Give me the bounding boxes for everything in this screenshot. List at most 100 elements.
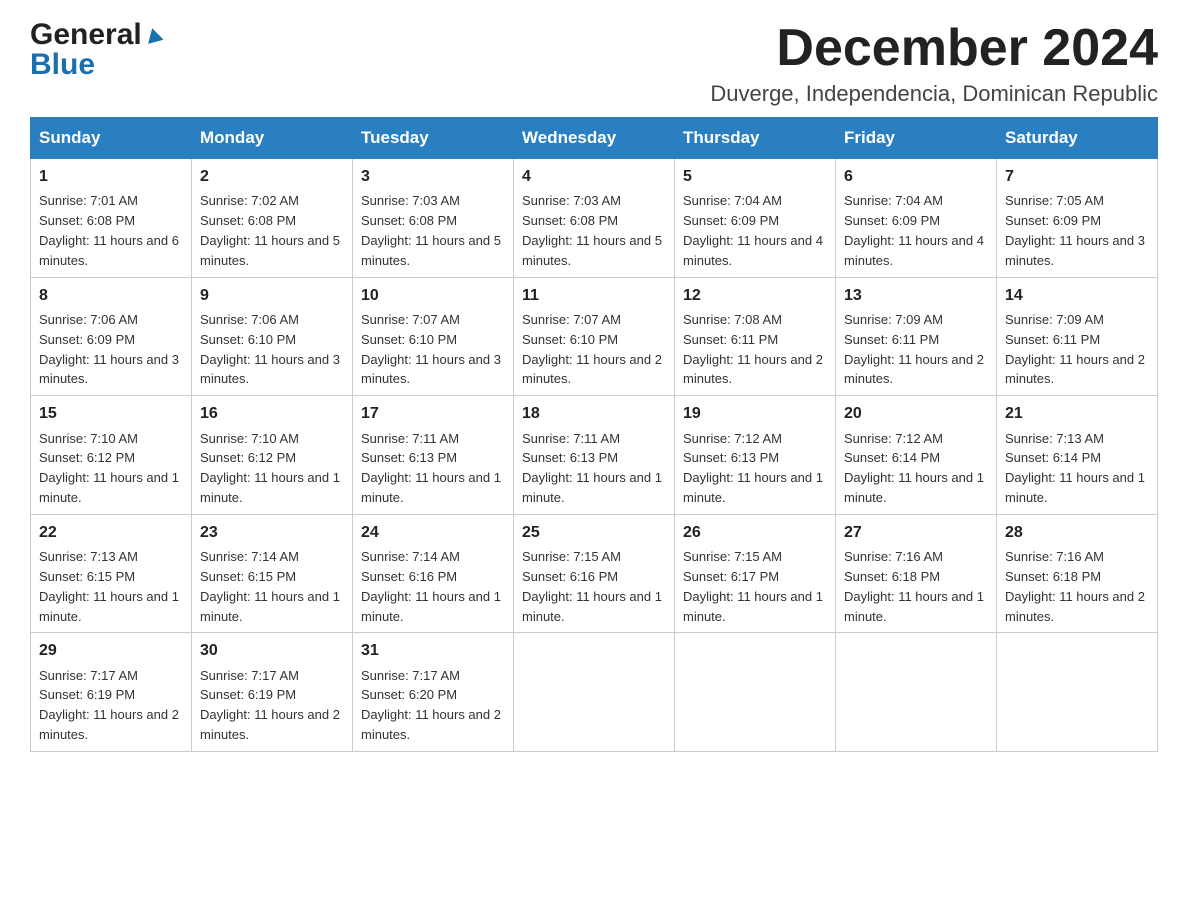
logo-triangle-icon bbox=[145, 26, 163, 48]
calendar-cell: 12 Sunrise: 7:08 AMSunset: 6:11 PMDaylig… bbox=[675, 277, 836, 396]
day-info: Sunrise: 7:07 AMSunset: 6:10 PMDaylight:… bbox=[522, 312, 662, 387]
day-info: Sunrise: 7:04 AMSunset: 6:09 PMDaylight:… bbox=[844, 193, 984, 268]
day-number: 7 bbox=[1005, 165, 1149, 188]
day-info: Sunrise: 7:16 AMSunset: 6:18 PMDaylight:… bbox=[844, 549, 984, 624]
calendar-cell: 21 Sunrise: 7:13 AMSunset: 6:14 PMDaylig… bbox=[997, 396, 1158, 515]
day-of-week-header: Tuesday bbox=[353, 118, 514, 159]
calendar-cell: 5 Sunrise: 7:04 AMSunset: 6:09 PMDayligh… bbox=[675, 159, 836, 278]
title-area: December 2024 Duverge, Independencia, Do… bbox=[710, 20, 1158, 107]
day-info: Sunrise: 7:06 AMSunset: 6:10 PMDaylight:… bbox=[200, 312, 340, 387]
calendar-cell: 29 Sunrise: 7:17 AMSunset: 6:19 PMDaylig… bbox=[31, 633, 192, 752]
calendar-cell: 24 Sunrise: 7:14 AMSunset: 6:16 PMDaylig… bbox=[353, 514, 514, 633]
day-number: 12 bbox=[683, 284, 827, 307]
day-info: Sunrise: 7:12 AMSunset: 6:13 PMDaylight:… bbox=[683, 431, 823, 506]
day-info: Sunrise: 7:02 AMSunset: 6:08 PMDaylight:… bbox=[200, 193, 340, 268]
day-of-week-header: Friday bbox=[836, 118, 997, 159]
calendar-cell bbox=[675, 633, 836, 752]
calendar-cell: 20 Sunrise: 7:12 AMSunset: 6:14 PMDaylig… bbox=[836, 396, 997, 515]
calendar-week-row: 1 Sunrise: 7:01 AMSunset: 6:08 PMDayligh… bbox=[31, 159, 1158, 278]
calendar-cell: 17 Sunrise: 7:11 AMSunset: 6:13 PMDaylig… bbox=[353, 396, 514, 515]
calendar-week-row: 22 Sunrise: 7:13 AMSunset: 6:15 PMDaylig… bbox=[31, 514, 1158, 633]
day-info: Sunrise: 7:17 AMSunset: 6:19 PMDaylight:… bbox=[39, 668, 179, 743]
day-number: 29 bbox=[39, 639, 183, 662]
day-info: Sunrise: 7:12 AMSunset: 6:14 PMDaylight:… bbox=[844, 431, 984, 506]
day-info: Sunrise: 7:13 AMSunset: 6:14 PMDaylight:… bbox=[1005, 431, 1145, 506]
day-number: 10 bbox=[361, 284, 505, 307]
day-number: 6 bbox=[844, 165, 988, 188]
day-info: Sunrise: 7:13 AMSunset: 6:15 PMDaylight:… bbox=[39, 549, 179, 624]
day-number: 4 bbox=[522, 165, 666, 188]
day-number: 14 bbox=[1005, 284, 1149, 307]
day-number: 22 bbox=[39, 521, 183, 544]
day-number: 5 bbox=[683, 165, 827, 188]
day-number: 15 bbox=[39, 402, 183, 425]
day-info: Sunrise: 7:08 AMSunset: 6:11 PMDaylight:… bbox=[683, 312, 823, 387]
calendar-cell: 8 Sunrise: 7:06 AMSunset: 6:09 PMDayligh… bbox=[31, 277, 192, 396]
day-number: 16 bbox=[200, 402, 344, 425]
day-number: 30 bbox=[200, 639, 344, 662]
day-number: 21 bbox=[1005, 402, 1149, 425]
calendar-cell: 23 Sunrise: 7:14 AMSunset: 6:15 PMDaylig… bbox=[192, 514, 353, 633]
day-info: Sunrise: 7:09 AMSunset: 6:11 PMDaylight:… bbox=[844, 312, 984, 387]
day-number: 27 bbox=[844, 521, 988, 544]
calendar-cell: 6 Sunrise: 7:04 AMSunset: 6:09 PMDayligh… bbox=[836, 159, 997, 278]
logo-blue: Blue bbox=[30, 50, 95, 80]
calendar-cell: 7 Sunrise: 7:05 AMSunset: 6:09 PMDayligh… bbox=[997, 159, 1158, 278]
day-number: 18 bbox=[522, 402, 666, 425]
day-info: Sunrise: 7:10 AMSunset: 6:12 PMDaylight:… bbox=[39, 431, 179, 506]
calendar-cell bbox=[997, 633, 1158, 752]
day-info: Sunrise: 7:17 AMSunset: 6:20 PMDaylight:… bbox=[361, 668, 501, 743]
calendar-cell bbox=[514, 633, 675, 752]
day-info: Sunrise: 7:05 AMSunset: 6:09 PMDaylight:… bbox=[1005, 193, 1145, 268]
calendar-cell: 1 Sunrise: 7:01 AMSunset: 6:08 PMDayligh… bbox=[31, 159, 192, 278]
day-number: 13 bbox=[844, 284, 988, 307]
day-of-week-header: Thursday bbox=[675, 118, 836, 159]
day-of-week-header: Wednesday bbox=[514, 118, 675, 159]
day-of-week-header: Saturday bbox=[997, 118, 1158, 159]
calendar-cell: 27 Sunrise: 7:16 AMSunset: 6:18 PMDaylig… bbox=[836, 514, 997, 633]
day-number: 25 bbox=[522, 521, 666, 544]
day-of-week-header: Sunday bbox=[31, 118, 192, 159]
day-number: 31 bbox=[361, 639, 505, 662]
calendar-week-row: 15 Sunrise: 7:10 AMSunset: 6:12 PMDaylig… bbox=[31, 396, 1158, 515]
day-info: Sunrise: 7:04 AMSunset: 6:09 PMDaylight:… bbox=[683, 193, 823, 268]
day-number: 17 bbox=[361, 402, 505, 425]
day-of-week-header: Monday bbox=[192, 118, 353, 159]
day-info: Sunrise: 7:03 AMSunset: 6:08 PMDaylight:… bbox=[361, 193, 501, 268]
logo-general: General bbox=[30, 20, 142, 50]
calendar-cell: 14 Sunrise: 7:09 AMSunset: 6:11 PMDaylig… bbox=[997, 277, 1158, 396]
calendar-cell: 18 Sunrise: 7:11 AMSunset: 6:13 PMDaylig… bbox=[514, 396, 675, 515]
location-title: Duverge, Independencia, Dominican Republ… bbox=[710, 81, 1158, 107]
calendar-cell: 25 Sunrise: 7:15 AMSunset: 6:16 PMDaylig… bbox=[514, 514, 675, 633]
day-number: 26 bbox=[683, 521, 827, 544]
calendar-cell: 10 Sunrise: 7:07 AMSunset: 6:10 PMDaylig… bbox=[353, 277, 514, 396]
day-number: 1 bbox=[39, 165, 183, 188]
day-number: 2 bbox=[200, 165, 344, 188]
day-info: Sunrise: 7:16 AMSunset: 6:18 PMDaylight:… bbox=[1005, 549, 1145, 624]
calendar-cell: 22 Sunrise: 7:13 AMSunset: 6:15 PMDaylig… bbox=[31, 514, 192, 633]
day-info: Sunrise: 7:14 AMSunset: 6:16 PMDaylight:… bbox=[361, 549, 501, 624]
day-number: 23 bbox=[200, 521, 344, 544]
day-info: Sunrise: 7:03 AMSunset: 6:08 PMDaylight:… bbox=[522, 193, 662, 268]
month-title: December 2024 bbox=[710, 20, 1158, 77]
calendar-week-row: 29 Sunrise: 7:17 AMSunset: 6:19 PMDaylig… bbox=[31, 633, 1158, 752]
day-number: 20 bbox=[844, 402, 988, 425]
calendar-cell: 13 Sunrise: 7:09 AMSunset: 6:11 PMDaylig… bbox=[836, 277, 997, 396]
day-number: 19 bbox=[683, 402, 827, 425]
calendar-cell bbox=[836, 633, 997, 752]
calendar-cell: 26 Sunrise: 7:15 AMSunset: 6:17 PMDaylig… bbox=[675, 514, 836, 633]
calendar-cell: 4 Sunrise: 7:03 AMSunset: 6:08 PMDayligh… bbox=[514, 159, 675, 278]
day-info: Sunrise: 7:15 AMSunset: 6:16 PMDaylight:… bbox=[522, 549, 662, 624]
day-info: Sunrise: 7:11 AMSunset: 6:13 PMDaylight:… bbox=[361, 431, 501, 506]
day-number: 3 bbox=[361, 165, 505, 188]
calendar-cell: 3 Sunrise: 7:03 AMSunset: 6:08 PMDayligh… bbox=[353, 159, 514, 278]
day-info: Sunrise: 7:06 AMSunset: 6:09 PMDaylight:… bbox=[39, 312, 179, 387]
calendar-cell: 2 Sunrise: 7:02 AMSunset: 6:08 PMDayligh… bbox=[192, 159, 353, 278]
calendar-cell: 31 Sunrise: 7:17 AMSunset: 6:20 PMDaylig… bbox=[353, 633, 514, 752]
calendar-cell: 9 Sunrise: 7:06 AMSunset: 6:10 PMDayligh… bbox=[192, 277, 353, 396]
calendar-cell: 16 Sunrise: 7:10 AMSunset: 6:12 PMDaylig… bbox=[192, 396, 353, 515]
day-info: Sunrise: 7:17 AMSunset: 6:19 PMDaylight:… bbox=[200, 668, 340, 743]
day-info: Sunrise: 7:10 AMSunset: 6:12 PMDaylight:… bbox=[200, 431, 340, 506]
header-row: SundayMondayTuesdayWednesdayThursdayFrid… bbox=[31, 118, 1158, 159]
day-info: Sunrise: 7:09 AMSunset: 6:11 PMDaylight:… bbox=[1005, 312, 1145, 387]
